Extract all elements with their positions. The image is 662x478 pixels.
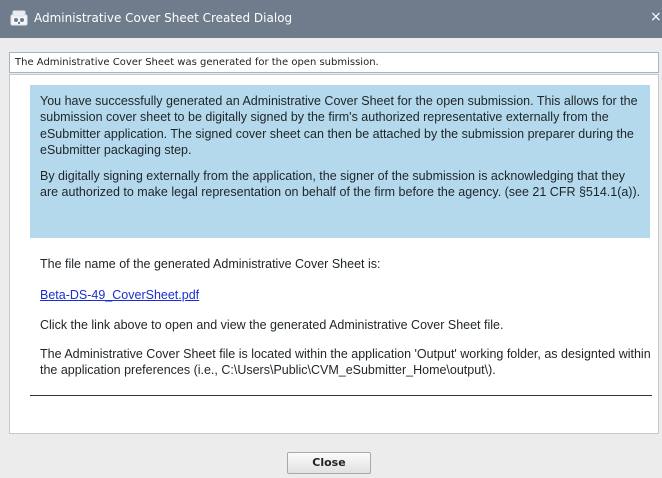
close-button[interactable]: Close — [287, 452, 371, 474]
status-message: The Administrative Cover Sheet was gener… — [15, 57, 379, 68]
window-title: Administrative Cover Sheet Created Dialo… — [34, 11, 293, 25]
info-paragraph-legal: By digitally signing externally from the… — [40, 169, 641, 200]
info-paragraph-success: You have successfully generated an Admin… — [40, 94, 638, 157]
app-icon — [10, 10, 28, 26]
file-name-label: The file name of the generated Administr… — [40, 257, 381, 271]
link-instruction: Click the link above to open and view th… — [40, 318, 504, 332]
cover-sheet-file-link[interactable]: Beta-DS-49_CoverSheet.pdf — [40, 288, 199, 302]
content-panel: You have successfully generated an Admin… — [9, 74, 659, 434]
output-location-note: The Administrative Cover Sheet file is l… — [40, 347, 651, 378]
title-bar: Administrative Cover Sheet Created Dialo… — [0, 0, 662, 38]
status-header: The Administrative Cover Sheet was gener… — [9, 52, 659, 73]
close-icon[interactable]: × — [650, 9, 662, 27]
divider — [30, 395, 652, 396]
file-link-row: Beta-DS-49_CoverSheet.pdf — [40, 287, 660, 303]
info-box: You have successfully generated an Admin… — [30, 85, 650, 238]
